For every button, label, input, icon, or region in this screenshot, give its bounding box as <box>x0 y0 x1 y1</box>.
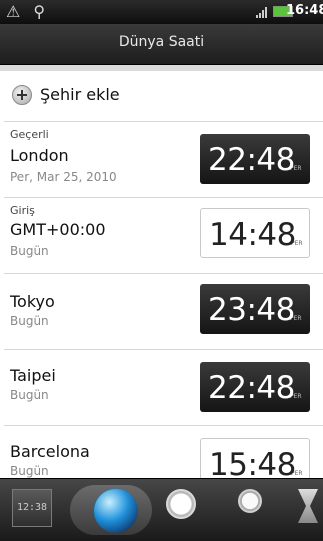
clock-time: 14:48 <box>209 217 296 253</box>
clock-ampm: PER <box>290 315 302 322</box>
city-name: Tokyo <box>10 292 55 311</box>
city-name: Taipei <box>10 366 56 385</box>
alarm-clock-icon[interactable] <box>166 489 196 519</box>
city-kind: Giriş <box>10 204 35 217</box>
list-item-gmt[interactable]: Giriş GMT+00:00 Bugün 14:48 PER <box>4 198 323 274</box>
city-name: GMT+00:00 <box>10 220 106 239</box>
city-clock: 22:48 PER <box>200 134 310 184</box>
clock-ampm: PER <box>290 393 302 400</box>
desk-clock-icon[interactable]: 12:38 <box>12 489 52 527</box>
status-bar: ⚠ ⚲ 16:48 <box>0 0 323 24</box>
timer-hourglass-icon[interactable] <box>298 489 318 523</box>
bottom-tab-bar: 12:38 <box>0 478 323 541</box>
city-kind: Geçerli <box>10 128 49 141</box>
page-title: Dünya Saati <box>118 34 205 50</box>
city-name: London <box>10 146 69 165</box>
world-clock-globe-icon[interactable] <box>94 489 138 533</box>
clock-time: 22:48 <box>208 370 295 406</box>
list-item-barcelona[interactable]: Barcelona Bugün 15:48 PER <box>4 426 323 488</box>
status-time: 16:48 <box>286 3 323 18</box>
city-date: Bugün <box>10 464 49 478</box>
clock-ampm: PER <box>291 470 303 477</box>
add-city-label: Şehir ekle <box>40 85 120 104</box>
list-item-london[interactable]: Geçerli London Per, Mar 25, 2010 22:48 P… <box>4 122 323 198</box>
title-bar: Dünya Saati <box>0 24 323 65</box>
city-date: Bugün <box>10 244 49 258</box>
signal-icon <box>256 7 267 18</box>
notification-icons: ⚠ ⚲ <box>6 2 50 21</box>
city-date: Bugün <box>10 314 49 328</box>
city-clock: 14:48 PER <box>200 208 310 258</box>
list-item-taipei[interactable]: Taipei Bugün 22:48 PER <box>4 350 323 426</box>
clock-ampm: PER <box>291 240 303 247</box>
city-clock: 23:48 PER <box>200 284 310 334</box>
city-date: Per, Mar 25, 2010 <box>10 170 117 184</box>
city-name: Barcelona <box>10 442 90 461</box>
add-city-button[interactable]: Şehir ekle <box>4 71 323 122</box>
city-date: Bugün <box>10 388 49 402</box>
clock-time: 22:48 <box>208 142 295 178</box>
city-clock: 22:48 PER <box>200 362 310 412</box>
clock-ampm: PER <box>290 165 302 172</box>
stopwatch-icon[interactable] <box>238 489 262 513</box>
clock-time: 23:48 <box>208 292 295 328</box>
plus-icon <box>12 85 32 105</box>
list-item-tokyo[interactable]: Tokyo Bugün 23:48 PER <box>4 274 323 350</box>
